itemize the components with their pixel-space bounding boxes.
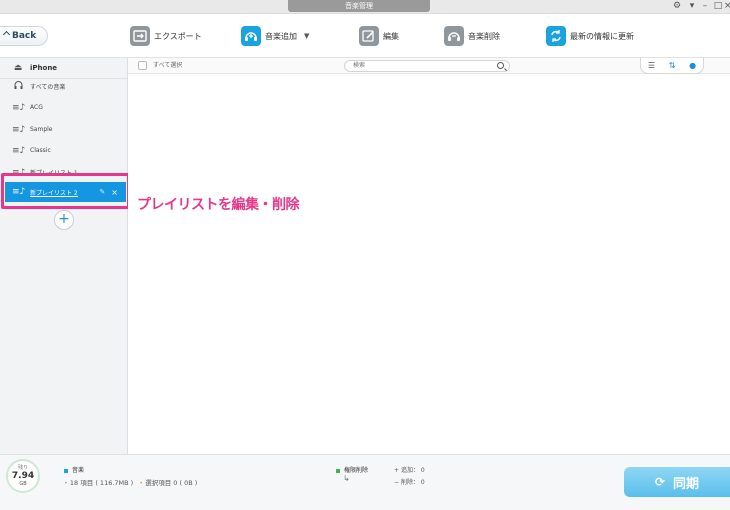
sidebar-item-label: Classic <box>30 147 51 154</box>
headphones-icon <box>12 81 24 92</box>
delete-music-button[interactable]: 音楽削除 <box>444 22 500 50</box>
search-icon[interactable] <box>497 62 504 69</box>
delete-music-icon <box>444 26 464 46</box>
refresh-icon <box>546 26 566 46</box>
edit-icon <box>359 26 379 46</box>
title-bar: 音楽管理 ⚙ ▾ – □ × <box>0 0 730 14</box>
callout-text: プレイリストを編集・削除 <box>137 197 300 213</box>
select-all-label: すべて選択 <box>153 62 183 69</box>
export-button[interactable]: エクスポート <box>130 22 202 50</box>
add-playlist-button[interactable]: + <box>54 210 74 230</box>
permission-color-square <box>336 468 340 473</box>
sidebar-item-classic[interactable]: ≡♪ Classic <box>0 140 127 161</box>
sidebar-item-acg[interactable]: ≡♪ ACG <box>0 97 127 118</box>
minus-icon: − <box>394 479 401 486</box>
music-summary: 18 項目 ( 116.7MB ) <box>69 479 134 487</box>
storage-gauge: 残り 7.94 GB <box>6 459 40 493</box>
permission-delete-label: 権限削除 <box>344 467 369 474</box>
edit-button[interactable]: 編集 <box>359 22 399 50</box>
highlight-box <box>1 173 130 209</box>
permission-legend: 権限削除 <box>336 465 368 474</box>
add-music-icon <box>241 26 261 46</box>
add-music-label: 音楽追加 <box>265 31 297 41</box>
sync-button[interactable]: ⟳ 同期 <box>624 467 730 497</box>
status-footer: 残り 7.94 GB 音楽 • 18 項目 ( 116.7MB ) • 選択項目… <box>0 454 730 510</box>
selected-summary: 選択項目 0 ( 0B ) <box>145 479 198 487</box>
toolbar: Back エクスポート 音楽追加 ▼ 編集 音楽削除 最新の情報に更新 <box>0 14 730 58</box>
playlist-icon: ≡♪ <box>12 102 26 113</box>
music-color-square <box>64 468 68 473</box>
device-name: iPhone <box>30 64 58 72</box>
music-label: 音楽 <box>72 467 85 474</box>
playlist-icon: ≡♪ <box>12 124 26 135</box>
sidebar-item-all-music[interactable]: すべての音楽 <box>0 76 127 97</box>
delete-music-label: 音楽削除 <box>468 31 500 41</box>
added-count: + 追加： 0 <box>394 465 425 474</box>
plus-icon: + <box>394 467 401 474</box>
music-stats: • 18 項目 ( 116.7MB ) • 選択項目 0 ( 0B ) <box>64 477 197 487</box>
deleted-count: − 削除： 0 <box>394 477 425 486</box>
list-view-icon[interactable]: ☰ <box>648 61 655 70</box>
playlist-icon: ≡♪ <box>12 145 26 156</box>
refresh-button[interactable]: 最新の情報に更新 <box>546 22 634 50</box>
search-input[interactable]: 検索 <box>344 60 510 72</box>
maximize-icon[interactable]: □ <box>711 1 725 12</box>
added-label: 追加： 0 <box>400 467 425 474</box>
sidebar-item-label: ACG <box>30 104 43 111</box>
minimize-icon[interactable]: – <box>698 1 712 12</box>
bullet-icon: • <box>64 479 68 487</box>
dropdown-icon[interactable]: ▾ <box>685 1 699 12</box>
close-icon[interactable]: × <box>724 1 730 12</box>
settings-icon[interactable]: ⚙ <box>670 1 684 12</box>
back-label: Back <box>12 31 37 41</box>
view-tabs: ☰ ⇅ ● <box>640 58 704 74</box>
storage-label: 残り <box>17 465 28 471</box>
music-view-icon[interactable]: ● <box>689 61 696 70</box>
refresh-label: 最新の情報に更新 <box>570 31 634 41</box>
storage-value: 7.94 <box>11 471 35 481</box>
eject-icon: ⏏ <box>13 63 23 73</box>
main-content: すべて選択 検索 ☰ ⇅ ● <box>128 58 730 454</box>
add-music-button[interactable]: 音楽追加 ▼ <box>241 22 309 50</box>
sidebar-item-label: すべての音楽 <box>30 84 66 91</box>
selected-dot-icon: • <box>139 479 144 487</box>
back-button[interactable]: Back <box>0 26 48 46</box>
chevron-down-icon[interactable]: ▼ <box>304 32 309 40</box>
export-icon <box>130 26 150 46</box>
music-legend: 音楽 <box>64 465 84 474</box>
sync-icon: ⟳ <box>654 475 666 489</box>
edit-label: 編集 <box>383 31 399 41</box>
storage-unit: GB <box>19 481 27 487</box>
sort-icon[interactable]: ⇅ <box>669 61 676 70</box>
export-label: エクスポート <box>154 31 202 41</box>
sidebar-item-label: Sample <box>30 126 53 133</box>
app-window: 音楽管理 ⚙ ▾ – □ × Back エクスポート 音楽追加 ▼ 編集 音楽削… <box>0 0 730 510</box>
sync-label: 同期 <box>673 476 700 492</box>
deleted-label: 削除： 0 <box>400 479 425 486</box>
search-placeholder: 検索 <box>353 62 366 69</box>
sidebar: ⏏ iPhone すべての音楽 ≡♪ ACG ≡♪ Sample ≡♪ Clas… <box>0 58 128 454</box>
select-all-checkbox[interactable] <box>138 61 147 70</box>
chevron-up-icon <box>2 30 11 39</box>
window-title: 音楽管理 <box>288 0 430 12</box>
content-header: すべて選択 検索 ☰ ⇅ ● <box>128 58 730 74</box>
sidebar-item-sample[interactable]: ≡♪ Sample <box>0 119 127 140</box>
return-arrow-icon: ↳ <box>343 474 350 483</box>
